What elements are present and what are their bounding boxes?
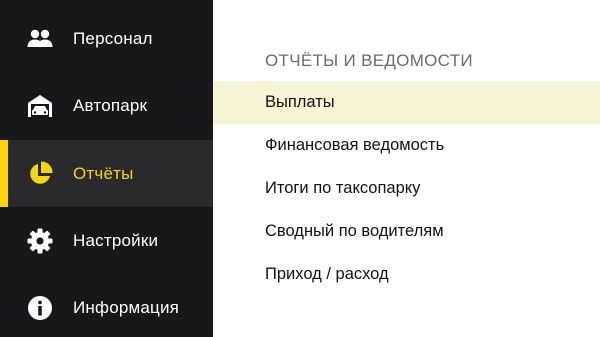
section-title: ОТЧЁТЫ И ВЕДОМОСТИ xyxy=(265,51,473,70)
app-window: Персонал Автопарк Отчёты Настройки Инфор… xyxy=(0,0,600,337)
sidebar-item-label: Персонал xyxy=(73,28,153,48)
sidebar-item-reports[interactable]: Отчёты xyxy=(0,140,213,207)
sidebar-item-fleet[interactable]: Автопарк xyxy=(0,72,213,139)
sidebar-item-label: Отчёты xyxy=(73,163,134,183)
gear-icon xyxy=(27,228,53,254)
sidebar-item-info[interactable]: Информация xyxy=(0,274,213,337)
sidebar-item-personnel[interactable]: Персонал xyxy=(0,5,213,72)
sidebar-item-label: Информация xyxy=(73,297,180,317)
report-item-payouts[interactable]: Выплаты xyxy=(213,81,600,124)
sidebar-item-label: Автопарк xyxy=(73,95,148,115)
garage-car-icon xyxy=(27,93,53,119)
sidebar-item-label: Настройки xyxy=(73,230,159,250)
report-item-financial-statement[interactable]: Финансовая ведомость xyxy=(213,124,600,167)
report-item-income-expense[interactable]: Приход / расход xyxy=(213,253,600,296)
pie-chart-icon xyxy=(27,160,53,187)
info-icon xyxy=(27,295,53,321)
reports-panel: ОТЧЁТЫ И ВЕДОМОСТИ Выплаты Финансовая ве… xyxy=(213,0,600,337)
report-item-drivers-summary[interactable]: Сводный по водителям xyxy=(213,210,600,253)
people-icon xyxy=(27,26,53,52)
report-item-fleet-totals[interactable]: Итоги по таксопарку xyxy=(213,167,600,210)
sidebar-item-settings[interactable]: Настройки xyxy=(0,207,213,274)
sidebar: Персонал Автопарк Отчёты Настройки Инфор… xyxy=(0,0,213,337)
